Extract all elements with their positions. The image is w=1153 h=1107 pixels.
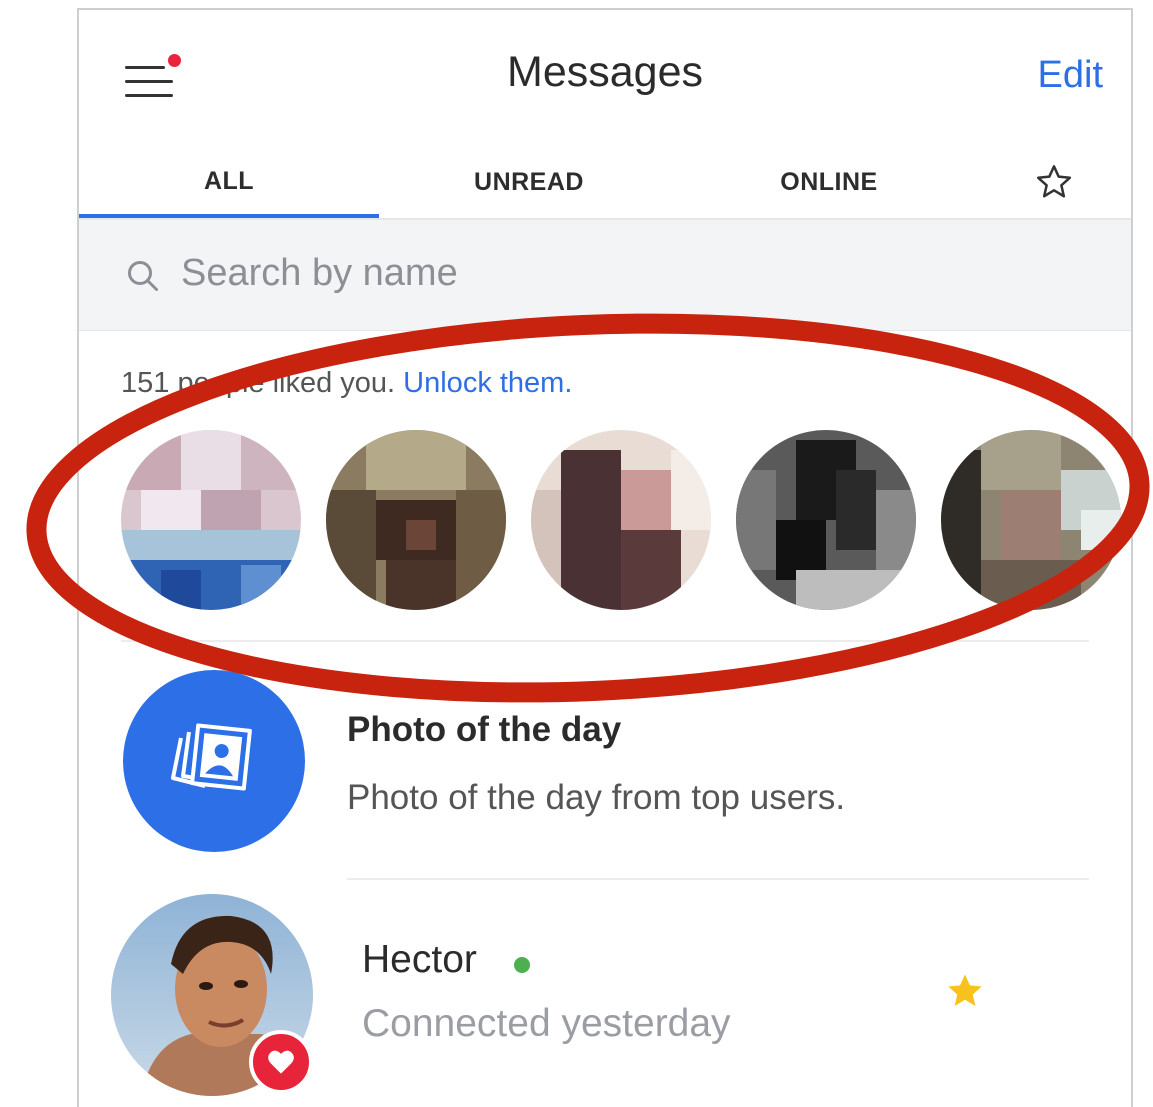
likes-summary: 151 people liked you. Unlock them. xyxy=(121,367,572,400)
search-bar[interactable]: Search by name xyxy=(79,220,1131,331)
star-outline-icon xyxy=(1036,165,1072,198)
photo-of-day-subtitle: Photo of the day from top users. xyxy=(347,778,846,817)
tab-online[interactable]: ONLINE xyxy=(679,148,979,216)
blurred-avatar[interactable] xyxy=(941,430,1121,610)
page-title: Messages xyxy=(507,48,703,96)
online-status-dot xyxy=(514,957,530,973)
tab-all[interactable]: ALL xyxy=(79,148,379,218)
tab-bar: ALL UNREAD ONLINE xyxy=(79,148,1131,220)
favorite-star-icon[interactable] xyxy=(945,972,985,1010)
unlock-link[interactable]: Unlock them. xyxy=(403,367,572,399)
contact-name[interactable]: Hector xyxy=(362,938,477,982)
contact-status: Connected yesterday xyxy=(362,1002,731,1045)
heart-icon xyxy=(268,1050,294,1074)
likes-count-text: 151 people liked you. xyxy=(121,367,396,399)
photo-of-day-avatar[interactable] xyxy=(123,670,305,852)
blurred-avatar[interactable] xyxy=(326,430,506,610)
edit-button[interactable]: Edit xyxy=(1038,54,1103,97)
blurred-avatar[interactable] xyxy=(531,430,711,610)
tab-unread[interactable]: UNREAD xyxy=(379,148,679,216)
blurred-avatar[interactable] xyxy=(736,430,916,610)
blurred-avatar[interactable] xyxy=(121,430,301,610)
tab-favorites[interactable] xyxy=(979,148,1129,216)
section-divider xyxy=(121,640,1089,642)
search-input[interactable]: Search by name xyxy=(181,252,458,295)
messages-screen: Messages Edit ALL UNREAD ONLINE Search b… xyxy=(77,8,1133,1107)
photo-of-day-title[interactable]: Photo of the day xyxy=(347,710,621,750)
list-divider xyxy=(347,878,1089,880)
photos-stack-icon xyxy=(171,723,252,791)
search-icon xyxy=(128,261,158,291)
heart-badge xyxy=(249,1030,313,1094)
liked-you-avatars xyxy=(121,430,1131,612)
